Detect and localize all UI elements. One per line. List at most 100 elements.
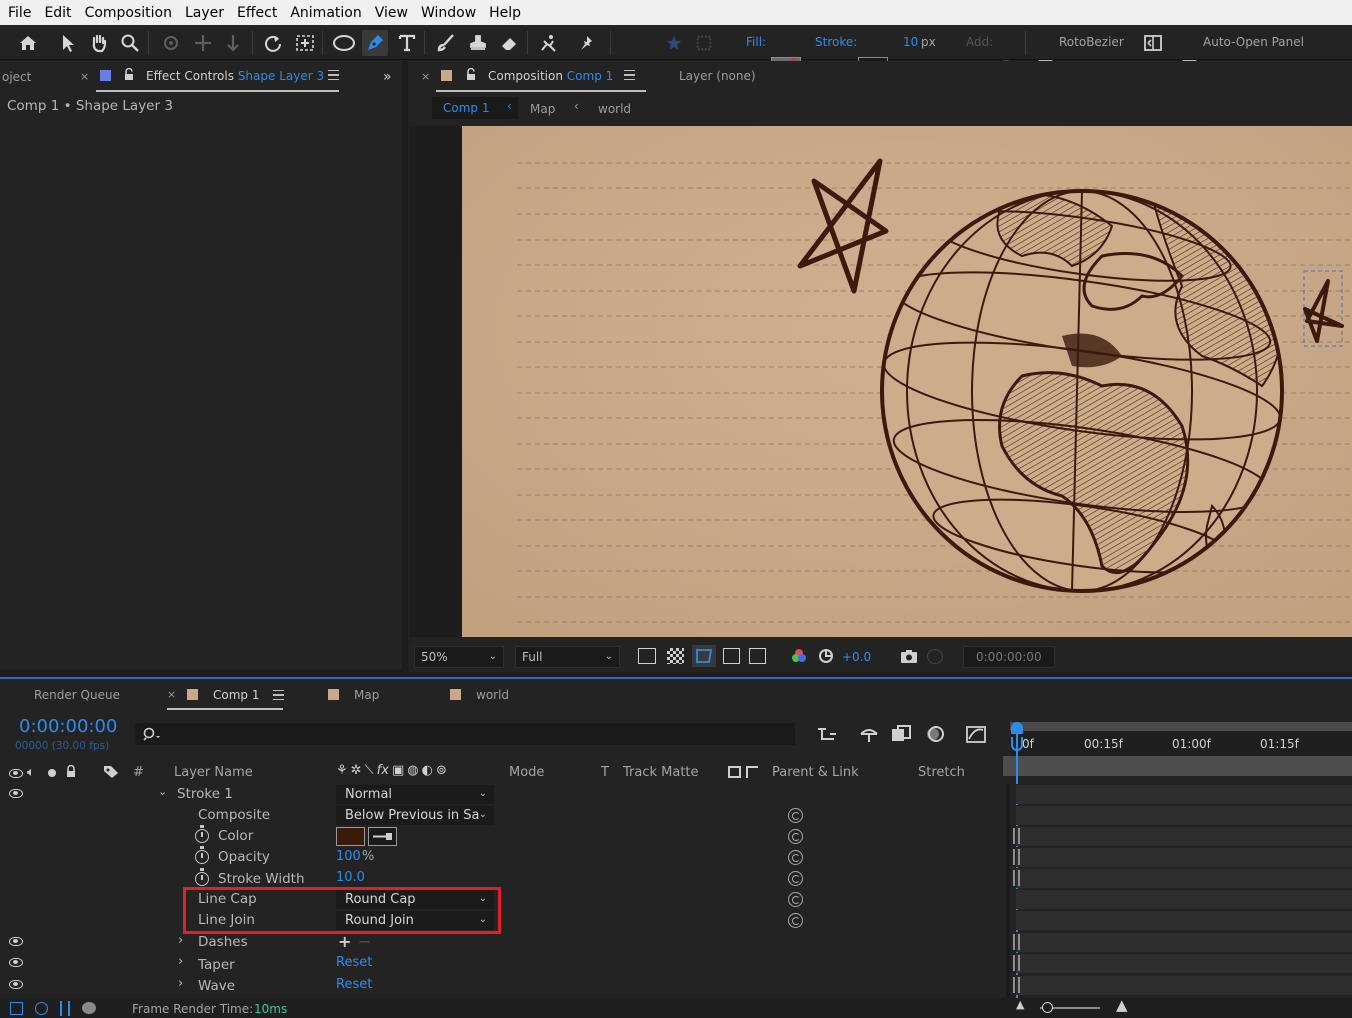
menu-layer[interactable]: Layer: [178, 5, 230, 21]
guides-icon[interactable]: [749, 648, 766, 664]
close-icon[interactable]: ×: [80, 70, 89, 83]
flow-current[interactable]: Comp 1 ‹: [432, 97, 518, 119]
zoom-in-icon[interactable]: ▲: [1116, 996, 1128, 1014]
dolly-camera-icon[interactable]: [220, 30, 246, 56]
hand-icon[interactable]: [86, 30, 112, 56]
flow-map[interactable]: Map: [530, 102, 555, 116]
composition-viewer[interactable]: [409, 126, 1352, 637]
camera-snapshot-icon[interactable]: [900, 649, 918, 664]
orbit-camera-icon[interactable]: [158, 30, 184, 56]
opacity-row[interactable]: Opacity 100 %: [0, 846, 1006, 868]
quality-switch-icon[interactable]: ⟍: [365, 763, 374, 778]
resolution-dropdown[interactable]: Full ⌄: [515, 646, 620, 668]
fast-preview-icon[interactable]: [638, 648, 656, 664]
lock-icon[interactable]: [66, 765, 76, 778]
tab-composition[interactable]: Composition Comp 1: [488, 69, 613, 83]
zoom-slider-handle[interactable]: [1042, 1002, 1053, 1013]
wave-reset-link[interactable]: Reset: [336, 977, 372, 992]
panel-menu-icon[interactable]: [273, 690, 284, 700]
region-of-interest-icon[interactable]: [723, 648, 740, 664]
type-icon[interactable]: [394, 30, 420, 56]
dashes-row[interactable]: › Dashes + −: [0, 932, 1006, 953]
viewer-timecode[interactable]: 0:00:00:00: [963, 646, 1055, 668]
label-tag-icon[interactable]: [103, 765, 119, 779]
composite-row[interactable]: Composite Below Previous in Sa ⌄: [0, 805, 1006, 826]
composite-select[interactable]: Below Previous in Sa ⌄: [336, 806, 494, 825]
video-visibility-icon[interactable]: [9, 958, 23, 967]
tab-world[interactable]: world: [476, 688, 509, 702]
keyframe-navigator[interactable]: [1013, 828, 1020, 844]
layer-search-input[interactable]: [135, 723, 795, 745]
menu-window[interactable]: Window: [414, 5, 482, 21]
menu-help[interactable]: Help: [482, 5, 527, 21]
current-time[interactable]: 0:00:00:00: [19, 716, 117, 737]
chevron-right-icon[interactable]: ›: [178, 933, 183, 948]
brush-icon[interactable]: [433, 30, 459, 56]
stopwatch-icon[interactable]: [195, 868, 209, 886]
rotate-icon[interactable]: [260, 30, 286, 56]
taper-row[interactable]: › Taper Reset: [0, 953, 1006, 974]
menu-animation[interactable]: Animation: [283, 5, 367, 21]
tab-render-queue[interactable]: Render Queue: [34, 688, 120, 702]
motion-blur-switch-icon[interactable]: ◍: [407, 763, 418, 778]
audio-icon[interactable]: 🔈︎: [27, 765, 35, 780]
wave-row[interactable]: › Wave Reset: [0, 975, 1006, 996]
remove-dash-icon[interactable]: −: [358, 932, 371, 951]
pickwhip-icon[interactable]: [788, 850, 803, 865]
selection-arrow-icon[interactable]: [55, 30, 81, 56]
pickwhip-icon[interactable]: [788, 892, 803, 907]
menu-composition[interactable]: Composition: [78, 5, 178, 21]
taper-reset-link[interactable]: Reset: [336, 955, 372, 970]
video-visibility-icon[interactable]: [9, 769, 23, 778]
motion-blur-icon[interactable]: [924, 725, 946, 743]
close-icon[interactable]: ×: [167, 688, 176, 701]
tab-map[interactable]: Map: [354, 688, 379, 702]
clone-stamp-icon[interactable]: [465, 30, 491, 56]
zoom-icon[interactable]: [117, 30, 143, 56]
tab-comp1[interactable]: Comp 1: [213, 688, 259, 702]
video-visibility-icon[interactable]: [9, 980, 23, 989]
eraser-icon[interactable]: [496, 30, 522, 56]
menu-effect[interactable]: Effect: [230, 5, 283, 21]
show-snapshot-icon[interactable]: [927, 649, 943, 664]
playhead-handle[interactable]: [1011, 722, 1023, 734]
in-out-toggle-icon[interactable]: [60, 1001, 70, 1016]
matte-invert-icon[interactable]: [746, 766, 758, 778]
line-join-row[interactable]: Line Join Round Join ⌄: [0, 910, 1006, 931]
pickwhip-icon[interactable]: [788, 913, 803, 928]
add-dash-icon[interactable]: +: [338, 932, 351, 951]
video-visibility-icon[interactable]: [9, 789, 23, 798]
home-icon[interactable]: [15, 30, 41, 56]
keyframe-navigator[interactable]: [1013, 955, 1020, 971]
panel-menu-icon[interactable]: [328, 70, 339, 80]
flow-world[interactable]: world: [598, 102, 631, 116]
pickwhip-icon[interactable]: [788, 871, 803, 886]
stopwatch-icon[interactable]: [195, 825, 209, 843]
stroke-group-row[interactable]: ⌄ Stroke 1 Normal ⌄: [0, 784, 1006, 805]
adjustment-switch-icon[interactable]: ◐: [422, 763, 433, 778]
matte-alpha-icon[interactable]: [728, 766, 741, 778]
exposure-value[interactable]: +0.0: [842, 650, 871, 664]
chevron-right-icon[interactable]: ›: [178, 976, 183, 991]
opacity-value[interactable]: 100: [336, 849, 361, 864]
pen-icon[interactable]: [362, 30, 388, 56]
pickwhip-icon[interactable]: [788, 829, 803, 844]
frame-blending-icon[interactable]: [890, 725, 912, 743]
menu-edit[interactable]: Edit: [37, 5, 77, 21]
chevron-down-icon[interactable]: ⌄: [158, 785, 167, 798]
line-cap-row[interactable]: Line Cap Round Cap ⌄: [0, 889, 1006, 910]
pan-behind-icon[interactable]: [292, 30, 318, 56]
tab-effect-controls[interactable]: Effect Controls Shape Layer 3: [146, 69, 324, 83]
reset-exposure-icon[interactable]: [818, 648, 834, 664]
comp-flowchart-icon[interactable]: [816, 725, 838, 743]
roto-brush-icon[interactable]: [536, 30, 562, 56]
time-ruler[interactable]: 0f 00:15f 01:00f 01:15f: [1010, 731, 1352, 757]
frame-blend-switch-icon[interactable]: ▣: [392, 763, 404, 778]
expand-panels-icon[interactable]: »: [383, 69, 392, 85]
layer-switches-toggle-icon[interactable]: [10, 1002, 23, 1015]
stopwatch-icon[interactable]: [195, 846, 209, 864]
effects-switch-icon[interactable]: fx: [377, 763, 389, 778]
channels-icon[interactable]: [791, 648, 807, 664]
collapse-switch-icon[interactable]: ✲: [351, 763, 362, 778]
render-time-toggle-icon[interactable]: [82, 1002, 96, 1014]
